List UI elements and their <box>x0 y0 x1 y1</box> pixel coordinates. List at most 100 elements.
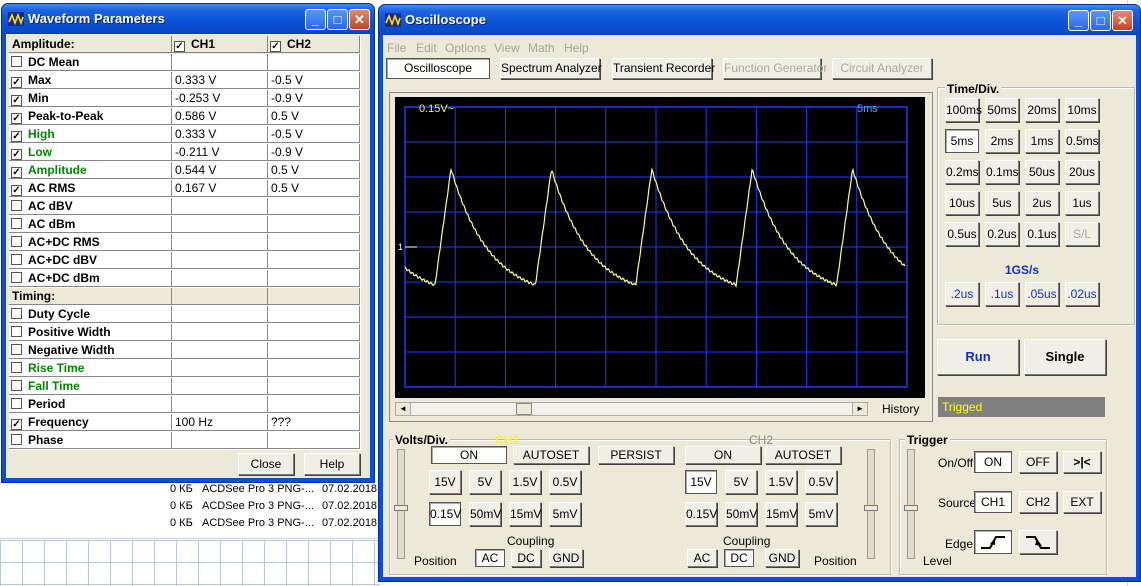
minimize-icon[interactable]: _ <box>305 9 326 30</box>
menu-edit[interactable]: Edit <box>416 41 437 55</box>
parameter-label[interactable]: Phase <box>9 432 172 449</box>
ch2-autoset-button[interactable]: AUTOSET <box>765 446 841 464</box>
ch1-position-thumb[interactable] <box>394 505 408 511</box>
parameter-checkbox-icon[interactable]: ✓ <box>11 149 22 160</box>
parameter-checkbox-icon[interactable] <box>11 362 22 373</box>
parameter-label[interactable]: ✓ Low <box>9 144 172 161</box>
trigger-on-button[interactable]: ON <box>974 451 1012 473</box>
timebase-100ms-button[interactable]: 100ms <box>945 98 982 122</box>
mode-circuit-analyzer-button[interactable]: Circuit Analyzer <box>832 58 932 79</box>
parameter-checkbox-icon[interactable] <box>11 326 22 337</box>
parameter-label[interactable]: Fall Time <box>9 378 172 395</box>
timebase-01ms-button[interactable]: 0.1ms <box>985 160 1019 184</box>
timebase-10ms-button[interactable]: 10ms <box>1065 98 1099 122</box>
timebase-sl-button[interactable]: S/L <box>1065 222 1099 246</box>
ch2-coupling-gnd[interactable]: GND <box>765 549 799 567</box>
trigger-level-thumb[interactable] <box>904 505 918 511</box>
ch1-range-15mv-button[interactable]: 15mV <box>509 502 541 526</box>
mode-oscilloscope-button[interactable]: Oscilloscope <box>386 58 490 79</box>
maximize-icon[interactable]: □ <box>327 9 348 30</box>
help-button[interactable]: Help <box>304 453 360 475</box>
menu-options[interactable]: Options <box>445 41 486 55</box>
parameter-checkbox-icon[interactable] <box>11 380 22 391</box>
ch1-checkbox-icon[interactable]: ✓ <box>174 41 185 52</box>
timebase-20ms-button[interactable]: 20ms <box>1025 98 1059 122</box>
menu-math[interactable]: Math <box>528 41 555 55</box>
ch2-range-50mv-button[interactable]: 50mV <box>725 502 757 526</box>
parameter-checkbox-icon[interactable] <box>11 200 22 211</box>
fast-timebase-02us-button[interactable]: .02us <box>1065 282 1099 306</box>
ch1-range-5v-button[interactable]: 5V <box>469 470 501 494</box>
history-scrollbar[interactable]: ◄ ► <box>395 402 868 416</box>
parameter-label[interactable]: ✓ Frequency <box>9 414 172 431</box>
timebase-50us-button[interactable]: 50us <box>1025 160 1059 184</box>
rising-edge-button[interactable] <box>974 530 1012 554</box>
menu-view[interactable]: View <box>494 41 520 55</box>
parameter-label[interactable]: Positive Width <box>9 324 172 341</box>
menu-help[interactable]: Help <box>564 41 589 55</box>
ch1-autoset-button[interactable]: AUTOSET <box>513 446 589 464</box>
fast-timebase-1us-button[interactable]: .1us <box>985 282 1019 306</box>
timebase-50ms-button[interactable]: 50ms <box>985 98 1019 122</box>
parameter-label[interactable]: ✓ Min <box>9 90 172 107</box>
ch1-range-50mv-button[interactable]: 50mV <box>469 502 501 526</box>
parameter-label[interactable]: AC dBV <box>9 198 172 215</box>
ch2-range-5mv-button[interactable]: 5mV <box>805 502 837 526</box>
timebase-5us-button[interactable]: 5us <box>985 191 1019 215</box>
parameter-label[interactable]: Period <box>9 396 172 413</box>
ch2-range-5v-button[interactable]: 5V <box>725 470 757 494</box>
parameter-checkbox-icon[interactable] <box>11 434 22 445</box>
parameter-label[interactable]: AC+DC dBV <box>9 252 172 269</box>
scroll-left-icon[interactable]: ◄ <box>396 403 411 415</box>
ch2-range-15v-button[interactable]: 1.5V <box>765 470 797 494</box>
parameter-label[interactable]: Duty Cycle <box>9 306 172 323</box>
ch2-range-015v-button[interactable]: 0.15V <box>685 502 717 526</box>
ch1-on-button[interactable]: ON <box>431 446 507 464</box>
parameter-label[interactable]: ✓ High <box>9 126 172 143</box>
trigger-level-slider[interactable] <box>907 449 915 559</box>
parameter-checkbox-icon[interactable]: ✓ <box>11 131 22 142</box>
ch2-checkbox-icon[interactable]: ✓ <box>270 41 281 52</box>
parameter-checkbox-icon[interactable] <box>11 398 22 409</box>
oscilloscope-titlebar[interactable]: Oscilloscope _ □ ✕ <box>379 5 1140 35</box>
minimize-icon[interactable]: _ <box>1068 10 1089 31</box>
parameter-checkbox-icon[interactable] <box>11 218 22 229</box>
trigger-source-ext[interactable]: EXT <box>1063 491 1101 513</box>
menu-file[interactable]: File <box>387 41 406 55</box>
timebase-05ms-button[interactable]: 0.5ms <box>1065 129 1099 153</box>
parameter-label[interactable]: AC dBm <box>9 216 172 233</box>
timebase-1ms-button[interactable]: 1ms <box>1025 129 1059 153</box>
mode-spectrum-analyzer-button[interactable]: Spectrum Analyzer <box>500 58 602 79</box>
timebase-05us-button[interactable]: 0.5us <box>945 222 979 246</box>
persist-button[interactable]: PERSIST <box>598 446 674 464</box>
oscilloscope-screen[interactable]: 0.15V~ 5ms 1 <box>395 97 925 398</box>
timebase-20us-button[interactable]: 20us <box>1065 160 1099 184</box>
ch1-range-15v-button[interactable]: 1.5V <box>509 470 541 494</box>
parameter-checkbox-icon[interactable]: ✓ <box>11 95 22 106</box>
parameter-checkbox-icon[interactable] <box>11 254 22 265</box>
timebase-2us-button[interactable]: 2us <box>1025 191 1059 215</box>
trigger-off-button[interactable]: OFF <box>1019 451 1057 473</box>
header-ch2[interactable]: ✓ CH2 <box>268 36 360 53</box>
timebase-02us-button[interactable]: 0.2us <box>985 222 1019 246</box>
parameter-label[interactable]: AC+DC RMS <box>9 234 172 251</box>
fast-timebase-05us-button[interactable]: .05us <box>1025 282 1059 306</box>
fast-timebase-2us-button[interactable]: .2us <box>945 282 979 306</box>
close-button[interactable]: Close <box>238 453 294 475</box>
ch2-range-15mv-button[interactable]: 15mV <box>765 502 797 526</box>
ch1-position-slider[interactable] <box>397 449 405 559</box>
ch2-range-05v-button[interactable]: 0.5V <box>805 470 837 494</box>
falling-edge-button[interactable] <box>1019 530 1057 554</box>
timebase-5ms-button[interactable]: 5ms <box>945 129 979 153</box>
parameter-checkbox-icon[interactable]: ✓ <box>11 113 22 124</box>
timebase-1us-button[interactable]: 1us <box>1065 191 1099 215</box>
timebase-01us-button[interactable]: 0.1us <box>1025 222 1059 246</box>
parameter-checkbox-icon[interactable] <box>11 56 22 67</box>
ch1-range-05v-button[interactable]: 0.5V <box>549 470 581 494</box>
trigger-source-ch2[interactable]: CH2 <box>1019 491 1057 513</box>
run-button[interactable]: Run <box>937 339 1019 375</box>
close-icon[interactable]: ✕ <box>1112 10 1133 31</box>
scroll-right-icon[interactable]: ► <box>852 403 867 415</box>
parameter-label[interactable]: ✓ Amplitude <box>9 162 172 179</box>
timebase-10us-button[interactable]: 10us <box>945 191 979 215</box>
